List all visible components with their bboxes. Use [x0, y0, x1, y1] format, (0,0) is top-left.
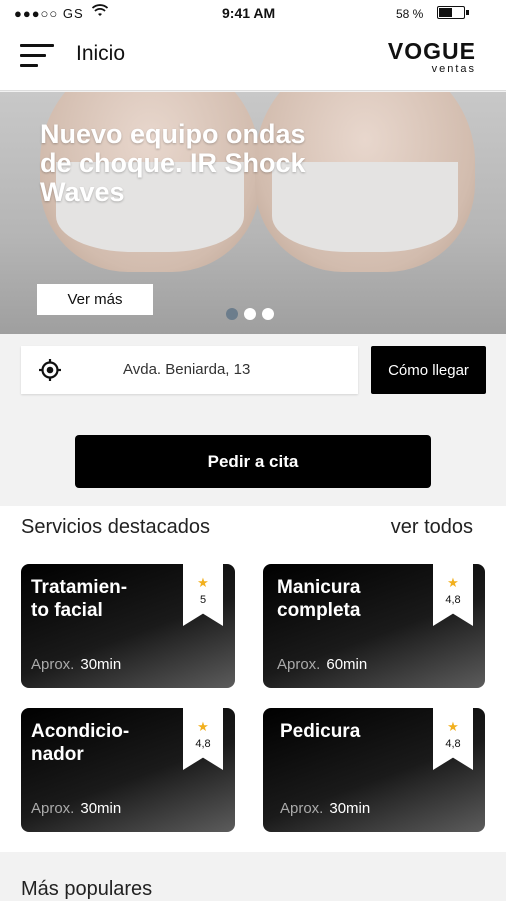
approx-label: Aprox. — [31, 800, 75, 817]
address-box[interactable]: Avda. Beniarda, 13 — [21, 346, 358, 394]
rating-value: 4,8 — [195, 738, 211, 750]
duration-value: 30min — [80, 656, 122, 673]
service-duration: Aprox. 30min — [31, 656, 121, 673]
service-name: Manicura completa — [277, 577, 361, 621]
status-time: 9:41 AM — [222, 5, 276, 21]
service-card[interactable]: Manicura completa ★ 4,8 Aprox. 60min — [263, 564, 485, 688]
pedir-cita-button[interactable]: Pedir a cita — [75, 435, 431, 488]
logo-sub: ventas — [431, 63, 476, 75]
app-header: Inicio VOGUE ventas — [0, 26, 506, 91]
rating-value: 4,8 — [445, 738, 461, 750]
duration-value: 30min — [80, 800, 122, 817]
service-duration: Aprox. 30min — [280, 800, 370, 817]
signal-carrier: ●●●○○ GS — [14, 6, 84, 21]
section-title: Servicios destacados — [21, 516, 210, 538]
service-name: Acondicio- nador — [31, 721, 130, 765]
star-icon: ★ — [447, 719, 459, 734]
approx-label: Aprox. — [31, 656, 75, 673]
ver-todos-link[interactable]: ver todos — [391, 516, 473, 539]
approx-label: Aprox. — [280, 800, 324, 817]
rating-value: 5 — [199, 594, 207, 606]
como-llegar-button[interactable]: Cómo llegar — [371, 346, 486, 394]
star-icon: ★ — [447, 575, 459, 590]
service-duration: Aprox. 60min — [277, 656, 367, 673]
duration-value: 60min — [326, 656, 368, 673]
rating-ribbon: ★ 4,8 — [183, 708, 223, 770]
hero-banner[interactable]: Nuevo equipo ondas de choque. IR Shock W… — [0, 92, 506, 334]
ver-mas-button[interactable]: Ver más — [37, 284, 153, 315]
service-name: Tratamien- to facial — [31, 577, 128, 621]
rating-ribbon: ★ 4,8 — [433, 564, 473, 626]
location-target-icon — [39, 359, 61, 381]
battery-icon — [437, 6, 469, 19]
carousel-dot[interactable] — [244, 308, 256, 320]
carousel-dot[interactable] — [262, 308, 274, 320]
service-card[interactable]: Tratamien- to facial ★ 5 Aprox. 30min — [21, 564, 235, 688]
rating-ribbon: ★ 5 — [183, 564, 223, 626]
wifi-icon — [91, 4, 109, 21]
hamburger-icon[interactable] — [20, 42, 54, 70]
carousel-dots — [226, 307, 280, 325]
carousel-dot[interactable] — [226, 308, 238, 320]
service-card[interactable]: Acondicio- nador ★ 4,8 Aprox. 30min — [21, 708, 235, 832]
service-duration: Aprox. 30min — [31, 800, 121, 817]
rating-value: 4,8 — [445, 594, 461, 606]
logo-main: VOGUE — [387, 38, 476, 64]
address-text: Avda. Beniarda, 13 — [123, 361, 251, 378]
featured-services: Servicios destacados ver todos Tratamien… — [0, 506, 506, 852]
page-title: Inicio — [76, 42, 126, 65]
rating-ribbon: ★ 4,8 — [433, 708, 473, 770]
duration-value: 30min — [329, 800, 371, 817]
hero-title: Nuevo equipo ondas de choque. IR Shock W… — [40, 119, 306, 207]
approx-label: Aprox. — [277, 656, 321, 673]
brand-logo: VOGUE ventas — [388, 39, 476, 75]
star-icon: ★ — [197, 719, 209, 734]
battery-percent: 58 % — [396, 7, 424, 21]
popular-section-title: Más populares — [21, 878, 153, 900]
status-bar: ●●●○○ GS 9:41 AM 58 % — [0, 0, 506, 26]
service-name: Pedicura — [280, 721, 361, 742]
service-card[interactable]: Pedicura ★ 4,8 Aprox. 30min — [263, 708, 485, 832]
star-icon: ★ — [197, 575, 209, 590]
